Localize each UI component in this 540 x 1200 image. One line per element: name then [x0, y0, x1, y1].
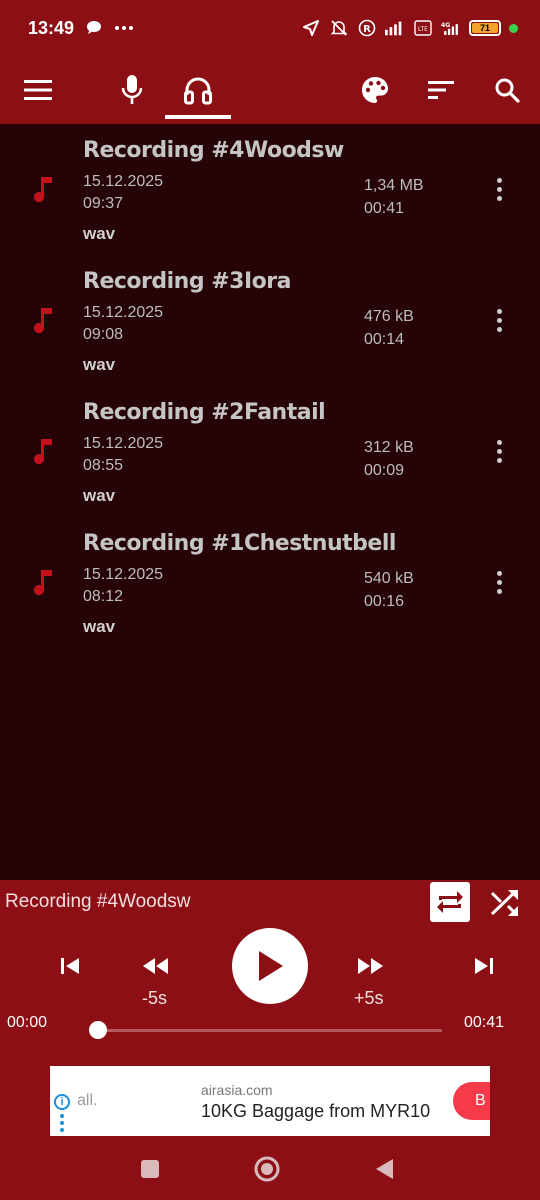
- recording-date: 15.12.2025: [83, 435, 164, 452]
- camera-indicator-dot: [509, 23, 518, 33]
- recording-size: 312 kB: [364, 439, 414, 456]
- ad-cta-button[interactable]: B: [453, 1082, 490, 1120]
- recording-title: Recording #1Chestnutbell: [83, 531, 396, 556]
- signal-4g-icon: 4G: [441, 18, 461, 38]
- headphones-icon[interactable]: [172, 64, 224, 116]
- sort-icon[interactable]: [415, 64, 467, 116]
- chat-bubble-icon: [84, 18, 104, 38]
- recording-time: 09:37: [83, 195, 124, 212]
- ad-headline[interactable]: 10KG Baggage from MYR10: [201, 1101, 430, 1122]
- total-time: 00:41: [464, 1014, 505, 1031]
- microphone-icon[interactable]: [106, 64, 158, 116]
- recording-format: wav: [83, 355, 116, 374]
- registered-icon: R: [357, 18, 377, 38]
- search-icon[interactable]: [481, 64, 533, 116]
- recording-format: wav: [83, 224, 116, 243]
- recording-date: 15.12.2025: [83, 304, 164, 321]
- rewind-icon[interactable]: [139, 954, 171, 978]
- svg-text:4G: 4G: [441, 22, 450, 29]
- rewind-label: -5s: [142, 988, 168, 1008]
- seek-thumb[interactable]: [89, 1021, 107, 1039]
- recents-icon[interactable]: [133, 1152, 167, 1186]
- skip-previous-icon[interactable]: [56, 954, 84, 978]
- music-note-icon: [28, 567, 56, 597]
- more-notifications-icon: [114, 18, 134, 38]
- list-item[interactable]: Recording #3Iora 15.12.2025 09:08 wav 47…: [0, 255, 540, 386]
- recording-time: 09:08: [83, 326, 124, 343]
- recording-time: 08:12: [83, 588, 124, 605]
- mute-bell-icon: [329, 18, 349, 38]
- list-item[interactable]: Recording #4Woodsw 15.12.2025 09:37 wav …: [0, 124, 540, 255]
- recording-title: Recording #4Woodsw: [83, 138, 344, 163]
- battery-level: 71: [472, 23, 498, 33]
- signal-icon: [385, 18, 405, 38]
- recording-title: Recording #3Iora: [83, 269, 291, 294]
- recording-duration: 00:41: [364, 200, 405, 217]
- recording-duration: 00:09: [364, 462, 405, 479]
- more-vert-icon[interactable]: [484, 436, 514, 466]
- play-icon: [259, 951, 283, 981]
- recording-format: wav: [83, 617, 116, 636]
- recording-date: 15.12.2025: [83, 173, 164, 190]
- recording-size: 476 kB: [364, 308, 414, 325]
- repeat-icon[interactable]: [430, 882, 470, 922]
- music-note-icon: [28, 305, 56, 335]
- recording-format: wav: [83, 486, 116, 505]
- ad-domain: airasia.com: [201, 1082, 273, 1098]
- more-vert-icon[interactable]: [484, 567, 514, 597]
- fast-forward-icon[interactable]: [355, 954, 387, 978]
- recording-title: Recording #2Fantail: [83, 400, 326, 425]
- hamburger-icon[interactable]: [12, 64, 64, 116]
- ad-options-icon[interactable]: [60, 1114, 64, 1132]
- location-icon: [301, 18, 321, 38]
- recording-time: 08:55: [83, 457, 124, 474]
- play-button[interactable]: [232, 928, 308, 1004]
- now-playing-title: Recording #4Woodsw: [5, 891, 191, 912]
- current-time: 00:00: [7, 1014, 48, 1031]
- recordings-list[interactable]: Recording #4Woodsw 15.12.2025 09:37 wav …: [0, 124, 540, 880]
- more-vert-icon[interactable]: [484, 174, 514, 204]
- music-note-icon: [28, 174, 56, 204]
- more-vert-icon[interactable]: [484, 305, 514, 335]
- music-note-icon: [28, 436, 56, 466]
- back-icon[interactable]: [367, 1152, 401, 1186]
- seek-bar[interactable]: [98, 1029, 442, 1032]
- status-time: 13:49: [28, 17, 75, 38]
- system-nav-bar: [0, 1136, 540, 1200]
- svg-text:LTE: LTE: [418, 26, 428, 33]
- active-tab-indicator: [165, 115, 231, 119]
- recording-size: 540 kB: [364, 570, 414, 587]
- skip-next-icon[interactable]: [470, 954, 498, 978]
- shuffle-icon[interactable]: [486, 884, 524, 922]
- app-toolbar: [0, 56, 540, 124]
- status-bar: 13:49 R LTE 4G 71: [0, 0, 540, 56]
- recording-size: 1,34 MB: [364, 177, 424, 194]
- home-icon[interactable]: [250, 1152, 284, 1186]
- info-icon[interactable]: i: [54, 1094, 70, 1110]
- battery-icon: 71: [469, 20, 501, 36]
- list-item[interactable]: Recording #2Fantail 15.12.2025 08:55 wav…: [0, 386, 540, 517]
- recording-duration: 00:14: [364, 331, 405, 348]
- recording-date: 15.12.2025: [83, 566, 164, 583]
- list-item[interactable]: Recording #1Chestnutbell 15.12.2025 08:1…: [0, 517, 540, 648]
- svg-text:R: R: [363, 24, 371, 35]
- ad-banner[interactable]: i all. airasia.com 10KG Baggage from MYR…: [50, 1066, 490, 1136]
- forward-label: +5s: [354, 988, 384, 1008]
- ad-brand: all.: [77, 1092, 98, 1109]
- palette-icon[interactable]: [349, 64, 401, 116]
- volte-icon: LTE: [413, 18, 433, 38]
- recording-duration: 00:16: [364, 593, 405, 610]
